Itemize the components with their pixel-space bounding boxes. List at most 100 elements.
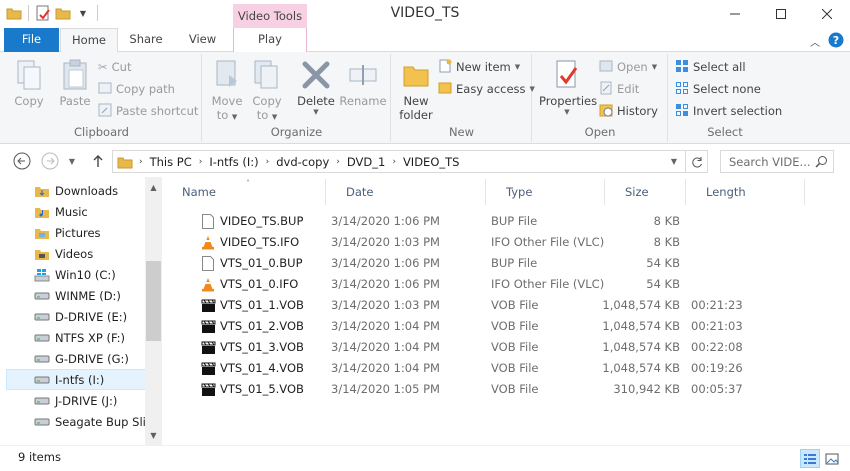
scroll-down-icon[interactable]: ▼ [145,427,162,444]
history-button[interactable]: History [599,101,658,121]
clipboard-group: Copy Paste ✂ Cut Copy path Paste shortcut… [2,54,202,142]
copy-path-button[interactable]: Copy path [98,79,175,99]
paste-button[interactable]: Paste [54,56,96,108]
maximize-button[interactable] [758,0,804,28]
svg-text:?: ? [833,34,839,47]
file-row[interactable]: VIDEO_TS.IFO 3/14/2020 1:03 PM IFO Other… [178,232,688,253]
easy-access-button[interactable]: Easy access ▼ [438,79,535,99]
nav-item-g-drive-g[interactable]: G-DRIVE (G:) [6,348,146,369]
file-row[interactable]: VTS_01_4.VOB 3/14/2020 1:04 PM VOB File … [178,358,743,379]
new-folder-button[interactable]: New folder [396,56,436,122]
move-to-button[interactable]: Move to ▼ [207,56,247,122]
select-group: Select all Select none Invert selection … [669,54,782,142]
file-row[interactable]: VTS_01_3.VOB 3/14/2020 1:04 PM VOB File … [178,337,743,358]
minimize-button[interactable] [712,0,758,28]
nav-item-downloads[interactable]: Downloads [6,180,146,201]
clapperboard-icon [200,298,216,314]
properties-button[interactable]: Properties ▼ [539,56,597,116]
tab-home[interactable]: Home [60,28,118,53]
windows-drive-icon [34,267,50,283]
nav-item-winme-d[interactable]: WINME (D:) [6,285,146,306]
nav-item-music[interactable]: Music [6,201,146,222]
file-row[interactable]: VTS_01_5.VOB 3/14/2020 1:05 PM VOB File … [178,379,743,400]
help-icon[interactable]: ? [828,32,844,51]
forward-button[interactable] [40,151,60,171]
back-arrow-icon [13,152,31,170]
breadcrumb-dvd-copy[interactable]: dvd-copy › [276,155,347,169]
select-none-icon [675,81,689,98]
large-icons-view-button[interactable] [822,449,842,468]
column-header-type[interactable]: Type [486,179,605,205]
nav-item-videos[interactable]: Videos [6,243,146,264]
column-header-name[interactable]: Name [162,179,326,205]
copy-to-icon [254,60,278,89]
copy-to-button[interactable]: Copy to ▼ [247,56,287,122]
details-view-icon [804,453,816,464]
downloads-folder-icon [34,183,50,199]
scroll-up-icon[interactable]: ▲ [145,179,162,196]
collapse-ribbon-icon[interactable]: ︿ [810,34,820,49]
nav-item-pictures[interactable]: Pictures [6,222,146,243]
nav-item-ntfs-xp-f[interactable]: NTFS XP (F:) [6,327,146,348]
select-all-button[interactable]: Select all [675,57,746,77]
new-group-label: New [448,125,475,139]
paste-shortcut-button[interactable]: Paste shortcut [98,101,198,121]
breadcrumb-video-ts[interactable]: VIDEO_TS [403,155,460,169]
move-to-icon [216,60,237,87]
file-row[interactable]: VTS_01_0.IFO 3/14/2020 1:06 PM IFO Other… [178,274,688,295]
breadcrumb-dvd-1[interactable]: DVD_1 › [347,155,403,169]
refresh-button[interactable] [685,151,707,172]
new-group: New folder New item ▼ Easy access ▼ New [392,54,535,142]
column-header-length[interactable]: Length [686,179,805,205]
copy-button[interactable]: Copy [8,56,50,108]
open-group: Properties ▼ Open ▼ Edit History Open [533,54,668,142]
breadcrumb-this-pc[interactable]: This PC › [150,155,210,169]
file-row[interactable]: VTS_01_1.VOB 3/14/2020 1:03 PM VOB File … [178,295,743,316]
tab-view[interactable]: View [175,28,230,52]
new-item-button[interactable]: New item ▼ [438,57,520,77]
blank-file-icon [200,256,216,272]
address-dropdown-icon[interactable]: ▼ [671,157,677,166]
tab-play[interactable]: Play [233,28,307,52]
back-button[interactable] [12,151,32,171]
nav-item-seagate[interactable]: Seagate Bup Slim [6,411,157,432]
drive-icon [34,372,50,388]
cut-button[interactable]: ✂ Cut [98,57,131,77]
file-row[interactable]: VTS_01_0.BUP 3/14/2020 1:06 PM BUP File … [178,253,688,274]
search-input[interactable]: Search VIDE... [720,150,834,173]
address-bar[interactable]: › This PC › I-ntfs (I:) › dvd-copy › DVD_1 ›… [112,150,708,173]
file-row[interactable]: VTS_01_2.VOB 3/14/2020 1:04 PM VOB File … [178,316,743,337]
rename-button[interactable]: Rename [339,56,387,108]
file-row[interactable]: VIDEO_TS.BUP 3/14/2020 1:06 PM BUP File … [178,211,688,232]
properties-check-icon [556,60,578,88]
customize-qat-icon[interactable]: ▼ [75,5,91,21]
recent-locations-chevron-icon[interactable]: ▼ [62,151,82,171]
nav-item-i-ntfs-i[interactable]: I-ntfs (I:) [6,369,146,390]
properties-icon[interactable] [35,5,51,21]
delete-button[interactable]: Delete ▼ [293,56,339,116]
select-none-button[interactable]: Select none [675,79,761,99]
column-header-size[interactable]: Size [605,179,686,205]
close-button[interactable] [804,0,850,28]
tab-file[interactable]: File [4,28,59,52]
nav-item-j-drive-j[interactable]: J-DRIVE (J:) [6,390,146,411]
drive-icon [34,288,50,304]
scrollbar-thumb[interactable] [146,261,161,341]
invert-selection-button[interactable]: Invert selection [675,101,782,121]
folder-icon[interactable] [6,5,22,21]
new-folder-icon[interactable] [55,5,71,21]
navigation-pane: Downloads Music Pictures Videos Win10 (C… [0,177,162,445]
tab-share[interactable]: Share [120,28,172,52]
nav-scrollbar[interactable]: ▲ ▼ [145,177,162,445]
up-button[interactable] [88,151,108,171]
nav-item-win10-c[interactable]: Win10 (C:) [6,264,146,285]
edit-button[interactable]: Edit [599,79,639,99]
open-button[interactable]: Open ▼ [599,57,657,77]
vlc-cone-icon [200,235,216,251]
nav-item-d-drive-e[interactable]: D-DRIVE (E:) [6,306,146,327]
breadcrumb-drive[interactable]: I-ntfs (I:) › [209,155,276,169]
details-view-button[interactable] [800,449,820,468]
chevron-right-icon[interactable]: › [139,157,143,167]
column-header-date[interactable]: Date [326,179,486,205]
large-icons-view-icon [825,453,839,464]
